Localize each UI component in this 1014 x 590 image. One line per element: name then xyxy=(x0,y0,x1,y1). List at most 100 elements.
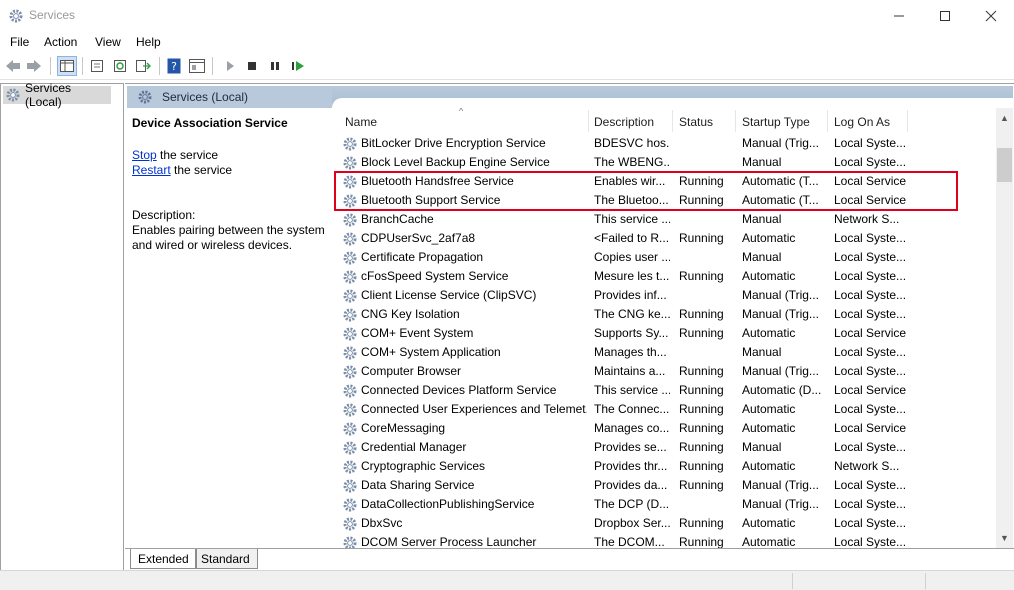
restart-service-link[interactable]: Restart xyxy=(132,163,171,177)
properties-sheet-icon[interactable] xyxy=(88,57,106,75)
menu-help[interactable]: Help xyxy=(136,35,161,49)
service-gear-icon xyxy=(342,345,358,361)
service-startup: Automatic xyxy=(742,516,796,530)
column-divider[interactable] xyxy=(672,110,673,132)
menu-file[interactable]: File xyxy=(10,35,29,49)
service-gear-icon xyxy=(342,231,358,247)
service-description: The DCP (D... xyxy=(594,497,670,511)
service-startup: Manual (Trig... xyxy=(742,288,819,302)
export-list-icon[interactable] xyxy=(134,57,152,75)
table-row[interactable]: cFosSpeed System Service Mesure les t... R… xyxy=(331,267,996,286)
scroll-thumb[interactable] xyxy=(997,148,1012,182)
service-name: BitLocker Drive Encryption Service xyxy=(361,136,546,150)
service-gear-icon xyxy=(342,478,358,494)
service-gear-icon xyxy=(342,364,358,380)
table-row[interactable]: BitLocker Drive Encryption Service BDESVC… xyxy=(331,134,996,153)
scroll-up-icon[interactable]: ▲ xyxy=(996,110,1013,126)
table-row[interactable]: Client License Service (ClipSVC) Provides… xyxy=(331,286,996,305)
service-description: This service ... xyxy=(594,212,670,226)
table-row[interactable]: Block Level Backup Engine Service The WBE… xyxy=(331,153,996,172)
table-row[interactable]: Computer Browser Maintains a... Running Man… xyxy=(331,362,996,381)
service-logon: Local Syste... xyxy=(834,231,906,245)
table-row[interactable]: CDPUserSvc_2af7a8 <Failed to R... Running A… xyxy=(331,229,996,248)
service-gear-icon xyxy=(342,288,358,304)
start-service-icon[interactable] xyxy=(221,57,239,75)
vertical-scrollbar[interactable]: ▲ ▼ xyxy=(996,108,1013,548)
status-divider xyxy=(925,573,926,589)
service-logon: Local Syste... xyxy=(834,155,906,169)
show-hide-tree-icon[interactable] xyxy=(57,56,77,76)
column-header-status[interactable]: Status xyxy=(679,115,713,129)
table-row[interactable]: DCOM Server Process Launcher The DCOM... R… xyxy=(331,533,996,548)
service-logon: Network S... xyxy=(834,212,900,226)
back-arrow-icon[interactable] xyxy=(4,57,22,75)
table-row[interactable]: DbxSvc Dropbox Ser... Running Automatic Loca… xyxy=(331,514,996,533)
stop-service-icon[interactable] xyxy=(243,57,261,75)
tab-standard[interactable]: Standard xyxy=(196,549,258,569)
table-row[interactable]: Data Sharing Service Provides da... Runnin… xyxy=(331,476,996,495)
service-status: Running xyxy=(679,478,724,492)
table-row[interactable]: Credential Manager Provides se... Running M… xyxy=(331,438,996,457)
tab-extended[interactable]: Extended xyxy=(130,549,196,569)
service-name: Data Sharing Service xyxy=(361,478,475,492)
table-row[interactable]: Connected User Experiences and Telemet..… xyxy=(331,400,996,419)
service-status: Running xyxy=(679,269,724,283)
service-gear-icon xyxy=(342,516,358,532)
service-description: Dropbox Ser... xyxy=(594,516,670,530)
service-name: COM+ System Application xyxy=(361,345,501,359)
stop-service-link[interactable]: Stop xyxy=(132,148,157,162)
table-row[interactable]: COM+ Event System Supports Sy... Running Au… xyxy=(331,324,996,343)
table-row[interactable]: CoreMessaging Manages co... Running Automat… xyxy=(331,419,996,438)
column-header-startup-type[interactable]: Startup Type xyxy=(742,115,810,129)
menu-view[interactable]: View xyxy=(95,35,121,49)
column-divider[interactable] xyxy=(588,110,589,132)
service-description: The CNG ke... xyxy=(594,307,670,321)
show-console-icon[interactable] xyxy=(188,57,206,75)
service-status: Running xyxy=(679,459,724,473)
table-row[interactable]: COM+ System Application Manages th... Manu… xyxy=(331,343,996,362)
table-row[interactable]: BranchCache This service ... Manual Network… xyxy=(331,210,996,229)
maximize-button[interactable] xyxy=(922,0,968,31)
svg-text:?: ? xyxy=(171,60,177,73)
service-name: Block Level Backup Engine Service xyxy=(361,155,550,169)
pause-service-icon[interactable] xyxy=(266,57,284,75)
service-description: Provides inf... xyxy=(594,288,667,302)
column-divider[interactable] xyxy=(907,110,908,132)
refresh-icon[interactable] xyxy=(111,57,129,75)
forward-arrow-icon[interactable] xyxy=(25,57,43,75)
column-header-name[interactable]: Name xyxy=(345,115,377,129)
table-row[interactable]: Cryptographic Services Provides thr... Run… xyxy=(331,457,996,476)
service-status: Running xyxy=(679,440,724,454)
minimize-button[interactable] xyxy=(876,0,922,31)
service-name: CDPUserSvc_2af7a8 xyxy=(361,231,476,245)
table-row[interactable]: DataCollectionPublishingService The DCP (… xyxy=(331,495,996,514)
service-name: Credential Manager xyxy=(361,440,467,454)
service-startup: Manual (Trig... xyxy=(742,307,819,321)
tree-item-services-local[interactable]: Services (Local) xyxy=(3,81,111,109)
table-row[interactable]: Connected Devices Platform Service This s… xyxy=(331,381,996,400)
menu-bar: File Action View Help xyxy=(0,31,1014,53)
column-header-description[interactable]: Description xyxy=(594,115,654,129)
service-startup: Manual xyxy=(742,250,782,264)
table-row[interactable]: Certificate Propagation Copies user ... Ma… xyxy=(331,248,996,267)
service-name: Certificate Propagation xyxy=(361,250,484,264)
column-divider[interactable] xyxy=(827,110,828,132)
service-logon: Local Syste... xyxy=(834,516,906,530)
scroll-down-icon[interactable]: ▼ xyxy=(996,530,1013,546)
menu-action[interactable]: Action xyxy=(44,35,77,49)
close-button[interactable] xyxy=(968,0,1014,31)
column-header-log-on-as[interactable]: Log On As xyxy=(834,115,890,129)
service-status: Running xyxy=(679,307,724,321)
help-icon[interactable]: ? xyxy=(165,57,183,75)
service-startup: Manual xyxy=(742,212,782,226)
description-label: Description: xyxy=(132,208,196,222)
service-description: Copies user ... xyxy=(594,250,670,264)
table-row[interactable]: CNG Key Isolation The CNG ke... Running Man… xyxy=(331,305,996,324)
service-gear-icon xyxy=(342,250,358,266)
service-gear-icon xyxy=(342,326,358,342)
service-description: The Connec... xyxy=(594,402,670,416)
column-divider[interactable] xyxy=(735,110,736,132)
console-tree: Services (Local) xyxy=(0,81,124,570)
restart-service-icon[interactable] xyxy=(289,57,307,75)
service-status: Running xyxy=(679,516,724,530)
